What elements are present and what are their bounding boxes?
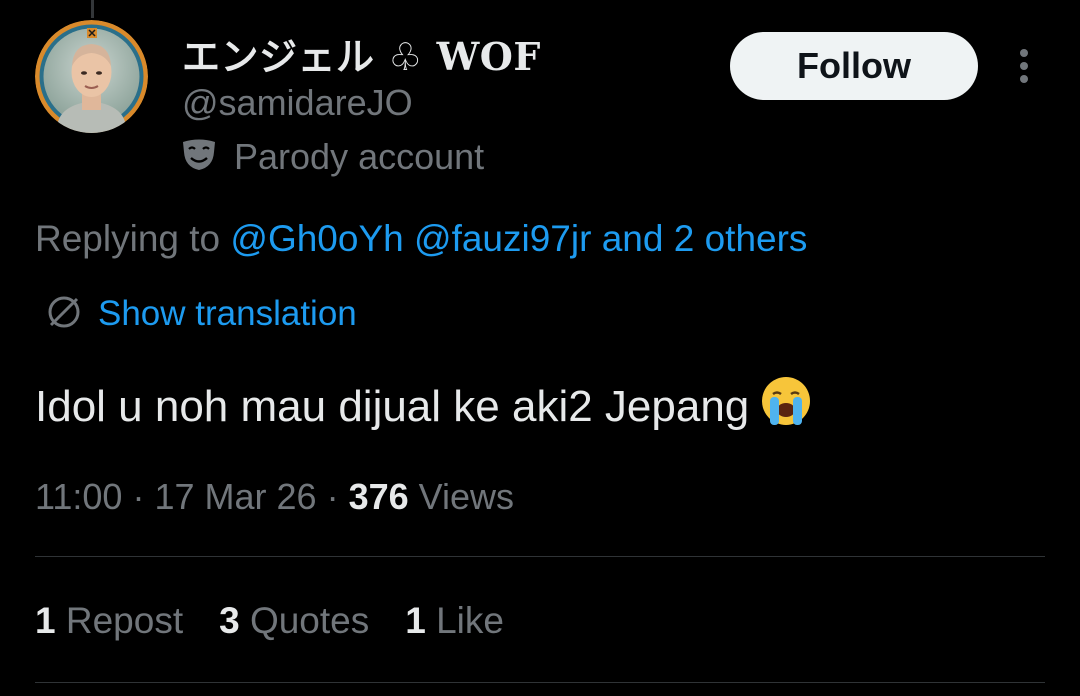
- quotes-stat[interactable]: 3 Quotes: [219, 600, 369, 642]
- display-name-text: エンジェル: [182, 35, 375, 79]
- tweet-time[interactable]: 11:00: [35, 476, 122, 517]
- tweet-date[interactable]: 17 Mar 26: [154, 476, 316, 517]
- thread-connector-line: [91, 0, 94, 18]
- views-label: Views: [418, 476, 515, 517]
- follow-button[interactable]: Follow: [730, 32, 978, 100]
- user-avatar-icon: [35, 20, 148, 133]
- views-count: 376: [348, 476, 409, 517]
- display-name[interactable]: エンジェル ♧ WOF: [182, 26, 541, 81]
- meta-separator: ·: [326, 476, 339, 517]
- reposts-stat[interactable]: 1 Repost: [35, 600, 183, 642]
- club-symbol-icon: ♧: [388, 35, 423, 79]
- reposts-label: Repost: [65, 600, 184, 641]
- crying-face-emoji: [759, 374, 813, 439]
- crying-face-icon: [762, 377, 811, 425]
- theater-mask-icon: [180, 138, 218, 177]
- likes-stat[interactable]: 1 Like: [405, 600, 504, 642]
- show-translation-button[interactable]: Show translation: [44, 290, 357, 338]
- others-link[interactable]: and 2 others: [602, 218, 808, 259]
- tweet-text: Idol u noh mau dijual ke aki2 Jepang: [35, 374, 813, 439]
- replying-to-line: Replying to @Gh0oYh @fauzi97jr and 2 oth…: [35, 218, 807, 260]
- engagement-stats: 1 Repost 3 Quotes 1 Like: [35, 600, 504, 642]
- user-handle[interactable]: @samidareJO: [182, 82, 413, 124]
- reposts-count: 1: [35, 600, 56, 641]
- replying-to-prefix: Replying to: [35, 218, 221, 259]
- divider: [35, 682, 1045, 683]
- tweet-body: Idol u noh mau dijual ke aki2 Jepang: [35, 381, 750, 431]
- mention-link[interactable]: @fauzi97jr: [414, 218, 591, 259]
- parody-account-label: Parody account: [180, 134, 484, 180]
- likes-count: 1: [405, 600, 426, 641]
- quotes-count: 3: [219, 600, 240, 641]
- meta-separator: ·: [132, 476, 145, 517]
- account-label-text: Parody account: [234, 136, 485, 177]
- avatar[interactable]: [35, 20, 148, 133]
- more-vertical-icon: [1020, 49, 1028, 83]
- quotes-label: Quotes: [249, 600, 370, 641]
- display-name-suffix: WOF: [436, 34, 541, 79]
- tweet-metadata: 11:00 · 17 Mar 26 · 376 Views: [35, 476, 514, 518]
- more-options-button[interactable]: [1006, 44, 1042, 88]
- divider: [35, 556, 1045, 557]
- show-translation-label: Show translation: [98, 294, 357, 333]
- mention-link[interactable]: @Gh0oYh: [230, 218, 403, 259]
- translate-globe-icon: [44, 292, 84, 337]
- likes-label: Like: [436, 600, 504, 641]
